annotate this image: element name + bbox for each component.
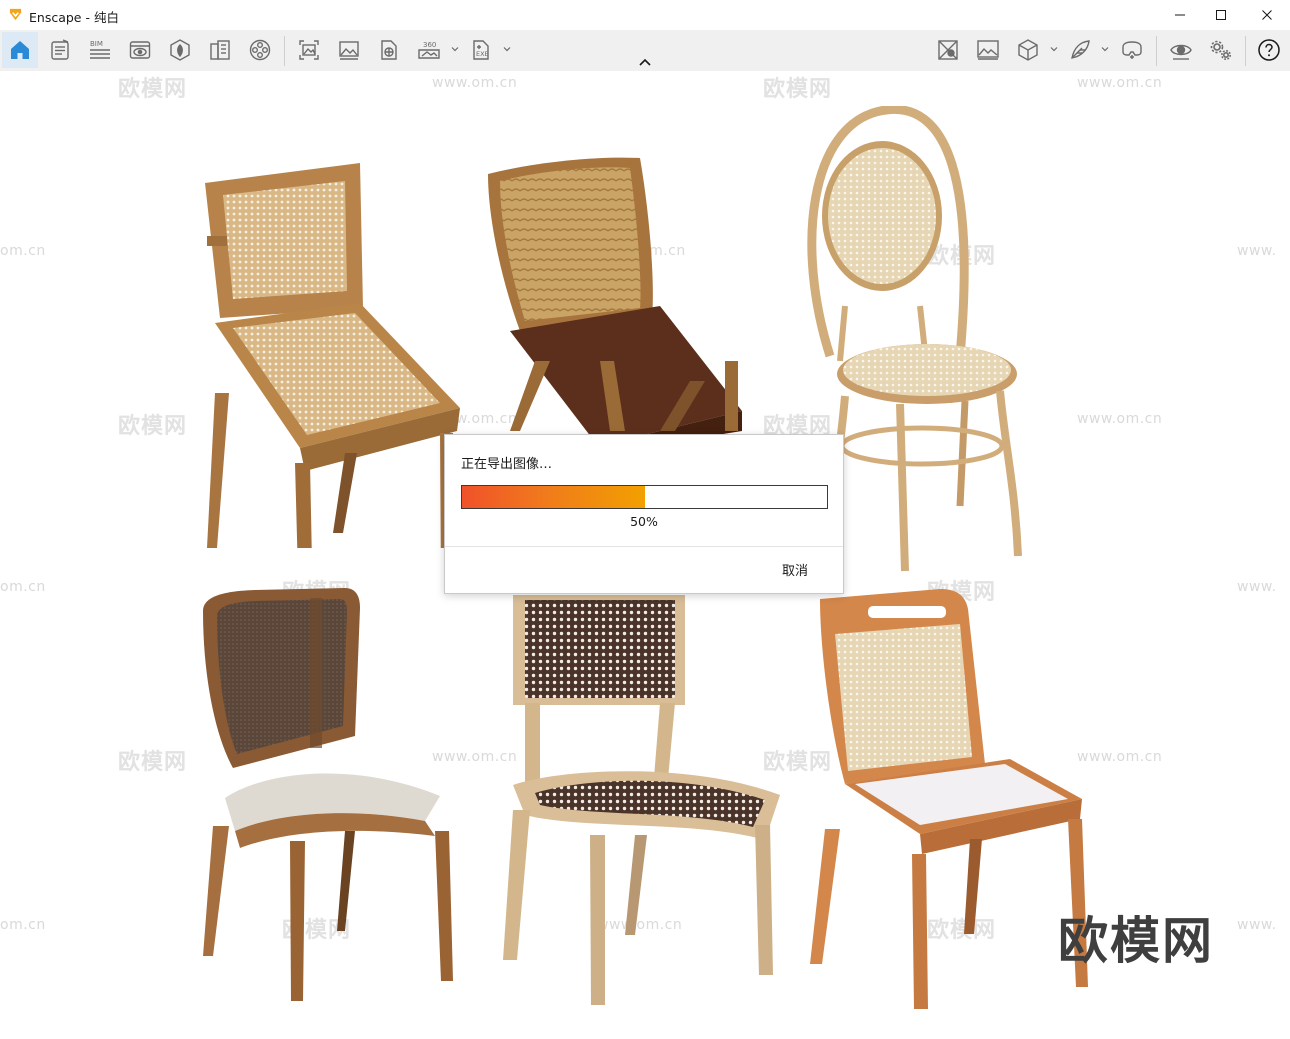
collaboration-icon: [938, 40, 958, 60]
cube-view-icon: [1018, 39, 1038, 61]
watermark-site: om.cn: [0, 917, 46, 933]
chevron-down-icon[interactable]: [450, 44, 460, 54]
asset-library-button[interactable]: [162, 32, 198, 68]
settings-gears-icon: [1210, 40, 1231, 60]
collapse-toolbar-icon[interactable]: [636, 56, 654, 70]
gallery-icon: [977, 40, 999, 60]
chair-image: [203, 588, 453, 1001]
gallery-button[interactable]: [970, 32, 1006, 68]
view-button[interactable]: [1163, 32, 1199, 68]
help-button[interactable]: [1251, 32, 1287, 68]
maximize-button[interactable]: [1198, 0, 1244, 30]
visual-settings-icon: [129, 41, 151, 59]
progress-percent-label: 50%: [630, 514, 658, 529]
watermark-site: om.cn: [0, 243, 46, 259]
watermark-brand: 欧模网: [118, 414, 188, 439]
enscape-logo-icon: [9, 8, 22, 21]
export-exe-icon: EXE: [473, 40, 489, 60]
close-button[interactable]: [1244, 0, 1290, 30]
feather-button[interactable]: [1062, 32, 1098, 68]
dialog-divider: [445, 546, 843, 547]
svg-text:EXE: EXE: [476, 50, 489, 58]
video-editor-icon: [249, 39, 271, 61]
video-editor-button[interactable]: [242, 32, 278, 68]
view-eye-icon: [1170, 44, 1192, 60]
watermark-brand: 欧模网: [118, 750, 188, 775]
chevron-down-icon[interactable]: [1100, 44, 1110, 54]
vr-headset-icon: [1122, 41, 1142, 59]
bim-icon: BIM: [90, 40, 110, 59]
document-button[interactable]: [42, 32, 78, 68]
watermark-site: www.om.cn: [432, 75, 518, 91]
batch-render-icon: [339, 41, 359, 60]
panorama-360-icon: 360: [418, 41, 440, 59]
settings-button[interactable]: [1203, 32, 1239, 68]
minimize-button[interactable]: [1157, 0, 1203, 30]
document-icon: [51, 39, 69, 60]
chevron-down-icon[interactable]: [502, 44, 512, 54]
cube-view-button[interactable]: [1010, 32, 1046, 68]
panorama-360-button[interactable]: 360: [411, 32, 447, 68]
dialog-title: 正在导出图像…: [461, 457, 553, 472]
collaboration-button[interactable]: [930, 32, 966, 68]
chair-image: [510, 361, 738, 431]
screenshot-icon: [299, 40, 319, 60]
visual-settings-button[interactable]: [122, 32, 158, 68]
maximize-icon: [1216, 10, 1226, 20]
home-icon: [11, 41, 29, 59]
home-button[interactable]: [2, 32, 38, 68]
export-exe-button[interactable]: EXE: [463, 32, 499, 68]
help-icon: [1258, 39, 1280, 61]
watermark-site: www.om.cn: [1077, 411, 1163, 427]
progress-bar: [461, 485, 828, 509]
chair-image: [205, 163, 460, 548]
watermark-site: www.: [1237, 917, 1277, 933]
toolbar-separator: [1245, 36, 1246, 66]
main-toolbar: BIM 360 EXE: [0, 30, 1290, 71]
screenshot-button[interactable]: [291, 32, 327, 68]
web-standalone-icon: [381, 40, 397, 60]
watermark-brand: 欧模网: [118, 77, 188, 102]
cancel-button[interactable]: 取消: [771, 559, 819, 583]
chair-image: [503, 595, 780, 1005]
chevron-down-icon[interactable]: [1049, 44, 1059, 54]
title-bar: Enscape - 纯白: [0, 0, 1290, 30]
watermark-brand-large: 欧模网: [1058, 912, 1214, 970]
svg-text:BIM: BIM: [90, 40, 103, 48]
close-icon: [1262, 10, 1272, 20]
batch-render-button[interactable]: [331, 32, 367, 68]
feather-icon: [1071, 40, 1090, 59]
bim-button[interactable]: BIM: [82, 32, 118, 68]
export-progress-dialog: 正在导出图像… 50% 取消: [444, 434, 844, 594]
svg-text:360: 360: [423, 41, 436, 49]
web-standalone-button[interactable]: [371, 32, 407, 68]
watermark-site: www.om.cn: [1077, 75, 1163, 91]
watermark-brand: 欧模网: [763, 77, 833, 102]
watermark-site: om.cn: [0, 579, 46, 595]
toolbar-separator: [284, 36, 285, 66]
watermark-site: www.: [1237, 243, 1277, 259]
vr-headset-button[interactable]: [1114, 32, 1150, 68]
material-editor-icon: [210, 40, 230, 60]
chair-image: [810, 589, 1088, 1009]
asset-library-icon: [170, 39, 190, 61]
watermark-site: www.: [1237, 579, 1277, 595]
window-title: Enscape - 纯白: [29, 10, 119, 25]
minimize-icon: [1175, 14, 1185, 16]
toolbar-separator: [1156, 36, 1157, 66]
material-editor-button[interactable]: [202, 32, 238, 68]
progress-bar-fill: [462, 486, 645, 508]
